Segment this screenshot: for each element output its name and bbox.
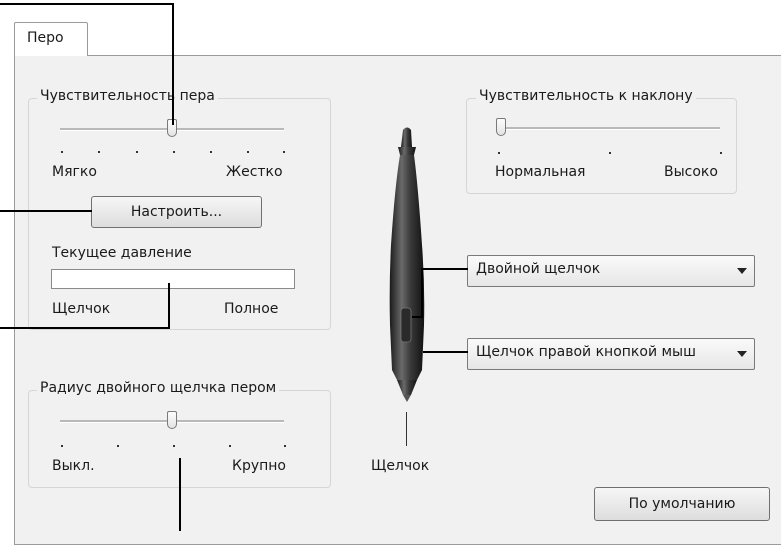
tick <box>98 151 100 153</box>
tick <box>173 445 175 447</box>
tick <box>229 445 231 447</box>
tick <box>283 151 285 153</box>
tick <box>61 151 63 153</box>
callout-line <box>0 3 174 5</box>
tick <box>247 151 249 153</box>
tab-pen-label: Перо <box>27 30 64 46</box>
lower-pen-button-select[interactable]: Щелчок правой кнопкой мыш <box>467 338 755 370</box>
chevron-down-icon <box>737 351 747 357</box>
pen-sensitivity-title: Чувствительность пера <box>37 88 218 104</box>
pen-sensitivity-min-label: Мягко <box>52 164 97 180</box>
tick <box>609 152 611 154</box>
callout-line <box>0 210 92 212</box>
tilt-sensitivity-slider-thumb[interactable] <box>496 118 506 136</box>
chevron-down-icon <box>737 268 747 274</box>
customize-button[interactable]: Настроить... <box>91 196 262 228</box>
pen-tip-label: Щелчок <box>371 458 430 474</box>
tilt-sensitivity-title: Чувствительность к наклону <box>476 88 696 104</box>
tick <box>136 151 138 153</box>
double-click-radius-title: Радиус двойного щелчка пером <box>37 380 280 396</box>
tick <box>720 152 722 154</box>
tilt-sensitivity-track <box>496 127 720 130</box>
tip-connector-line <box>406 412 407 446</box>
lower-pen-button-value: Щелчок правой кнопкой мыш <box>476 344 696 360</box>
double-click-radius-min-label: Выкл. <box>52 458 95 474</box>
pressure-click-label: Щелчок <box>52 301 111 317</box>
upper-pen-button-select[interactable]: Двойной щелчок <box>467 255 755 287</box>
double-click-radius-slider-thumb[interactable] <box>167 411 177 429</box>
tick <box>284 445 286 447</box>
pen-sensitivity-max-label: Жестко <box>226 164 283 180</box>
callout-line <box>179 458 181 531</box>
tilt-sensitivity-min-label: Нормальная <box>495 164 586 180</box>
callout-line <box>172 3 174 125</box>
tick <box>498 152 500 154</box>
tick <box>210 151 212 153</box>
double-click-radius-max-label: Крупно <box>232 458 286 474</box>
callout-line <box>168 283 170 329</box>
callout-line <box>421 268 423 318</box>
tick <box>61 445 63 447</box>
tick <box>117 445 119 447</box>
current-pressure-label: Текущее давление <box>52 245 192 261</box>
upper-pen-button-value: Двойной щелчок <box>476 261 601 277</box>
tick <box>173 151 175 153</box>
callout-line <box>0 327 170 329</box>
callout-line <box>421 268 468 270</box>
callout-line <box>423 351 468 353</box>
tilt-sensitivity-max-label: Высоко <box>664 164 718 180</box>
pen-icon <box>389 127 425 402</box>
tab-pen[interactable]: Перо <box>14 22 88 56</box>
pressure-full-label: Полное <box>224 301 279 317</box>
current-pressure-bar <box>51 269 295 289</box>
default-button[interactable]: По умолчанию <box>594 487 770 521</box>
callout-line <box>412 316 423 318</box>
